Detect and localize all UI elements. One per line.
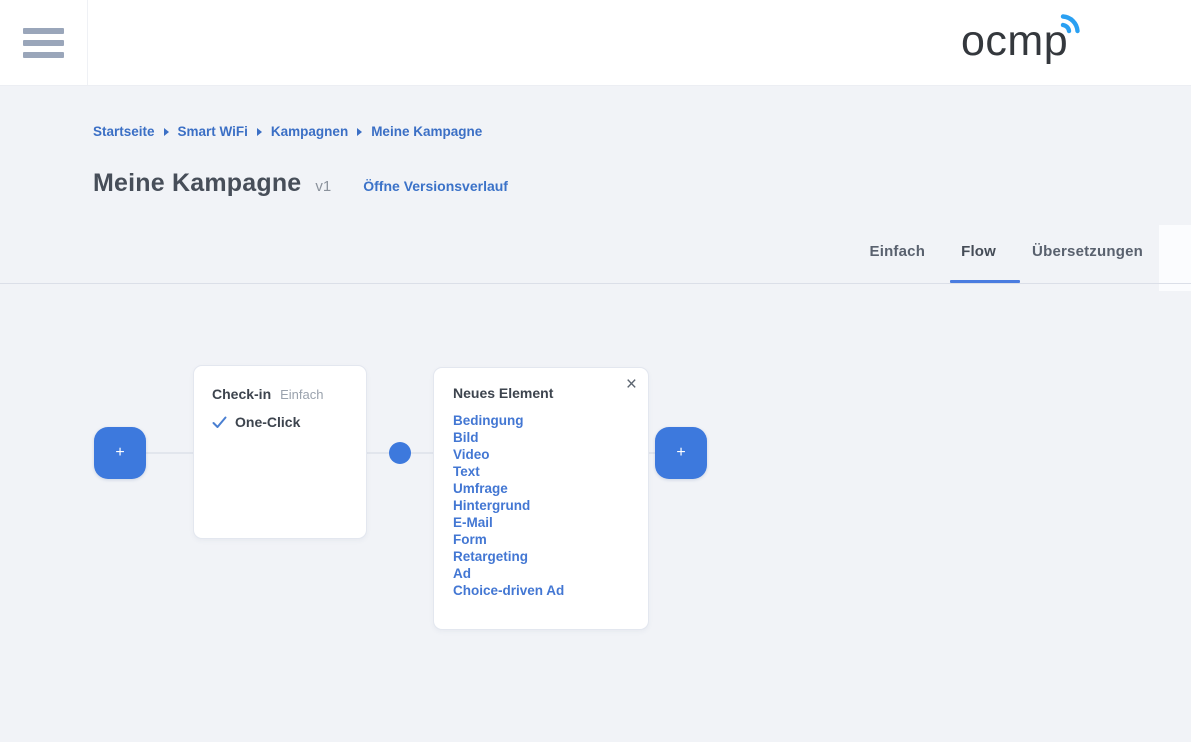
breadcrumb-separator-icon — [164, 128, 169, 136]
checkin-option-one-click[interactable]: One-Click — [212, 414, 348, 430]
hamburger-icon — [23, 52, 64, 58]
new-element-option-ad[interactable]: Ad — [453, 566, 471, 581]
page-title: Meine Kampagne — [93, 169, 301, 198]
new-element-option-bild[interactable]: Bild — [453, 430, 479, 445]
close-icon[interactable]: × — [626, 374, 637, 396]
new-element-option-choice-driven-ad[interactable]: Choice-driven Ad — [453, 583, 564, 598]
page: ocmp Startseite Smart WiFi Kampagnen Mei… — [0, 0, 1191, 742]
hamburger-icon — [23, 40, 64, 46]
plus-icon: + — [676, 444, 685, 462]
new-element-popover: × Neues Element Bedingung Bild Video Tex… — [433, 367, 649, 630]
new-element-option-hintergrund[interactable]: Hintergrund — [453, 498, 530, 513]
tab-einfach[interactable]: Einfach — [870, 243, 926, 260]
breadcrumb-separator-icon — [357, 128, 362, 136]
version-badge: v1 — [315, 178, 331, 195]
checkin-card[interactable]: Check-in Einfach One-Click — [193, 365, 367, 539]
flow-node-dot[interactable] — [389, 442, 411, 464]
breadcrumb-link-meine-kampagne[interactable]: Meine Kampagne — [371, 124, 482, 139]
breadcrumb-link-startseite[interactable]: Startseite — [93, 124, 155, 139]
app-header: ocmp — [0, 0, 1191, 86]
breadcrumb-link-kampagnen[interactable]: Kampagnen — [271, 124, 348, 139]
new-element-option-umfrage[interactable]: Umfrage — [453, 481, 508, 496]
checkin-card-header: Check-in Einfach — [212, 386, 348, 402]
version-history-link[interactable]: Öffne Versionsverlauf — [363, 178, 508, 194]
new-element-option-text[interactable]: Text — [453, 464, 480, 479]
breadcrumb-separator-icon — [257, 128, 262, 136]
add-element-before-button[interactable]: + — [94, 427, 146, 479]
wifi-signal-icon — [1055, 13, 1081, 39]
plus-icon: + — [115, 444, 124, 462]
title-row: Meine Kampagne v1 Öffne Versionsverlauf — [93, 169, 508, 198]
checkin-option-label: One-Click — [235, 414, 300, 430]
new-element-option-bedingung[interactable]: Bedingung — [453, 413, 524, 428]
new-element-title: Neues Element — [453, 385, 629, 401]
tab-bar-divider — [0, 283, 1191, 284]
tab-bar: Einfach Flow Übersetzungen — [870, 243, 1144, 260]
check-icon — [212, 416, 227, 429]
tab-flow[interactable]: Flow — [961, 243, 996, 260]
new-element-list: Bedingung Bild Video Text Umfrage Hinter… — [453, 412, 629, 599]
ocmp-logo: ocmp — [961, 6, 1068, 76]
checkin-card-title: Check-in — [212, 386, 271, 402]
new-element-option-retargeting[interactable]: Retargeting — [453, 549, 528, 564]
breadcrumb-link-smart-wifi[interactable]: Smart WiFi — [178, 124, 248, 139]
right-edge-strip — [1159, 225, 1191, 291]
hamburger-icon — [23, 28, 64, 34]
tab-uebersetzungen[interactable]: Übersetzungen — [1032, 243, 1143, 260]
add-element-after-button[interactable]: + — [655, 427, 707, 479]
new-element-option-email[interactable]: E-Mail — [453, 515, 493, 530]
new-element-option-video[interactable]: Video — [453, 447, 490, 462]
checkin-card-subtitle: Einfach — [280, 387, 323, 402]
hamburger-menu-button[interactable] — [0, 0, 88, 85]
new-element-option-form[interactable]: Form — [453, 532, 487, 547]
breadcrumb: Startseite Smart WiFi Kampagnen Meine Ka… — [93, 124, 482, 139]
logo-text: ocmp — [961, 17, 1068, 65]
